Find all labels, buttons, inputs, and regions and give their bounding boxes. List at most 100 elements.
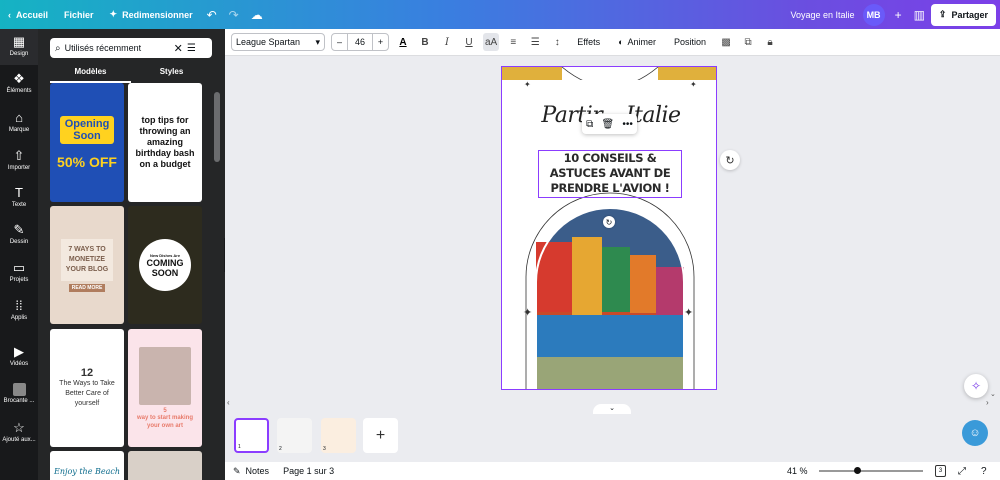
- canvas-scroll-right-icon[interactable]: ›: [986, 398, 989, 407]
- list-icon[interactable]: ☰: [527, 33, 543, 51]
- rail-label: Marque: [8, 127, 30, 133]
- position-button[interactable]: Position: [668, 33, 712, 51]
- share-label: Partager: [951, 9, 988, 20]
- rotate-handle-icon[interactable]: ↻: [603, 216, 615, 228]
- rail-label: Importer: [7, 165, 31, 171]
- rail-label: Dessin: [9, 239, 29, 245]
- home-button[interactable]: ‹ Accueil: [0, 0, 56, 29]
- increase-size-button[interactable]: +: [372, 34, 388, 50]
- file-menu-button[interactable]: Fichier: [56, 0, 102, 29]
- tab-styles[interactable]: Styles: [131, 67, 212, 83]
- project-title[interactable]: Voyage en Italie: [783, 0, 863, 29]
- template-card[interactable]: top tips for throwing an amazing birthda…: [128, 83, 202, 202]
- refresh-icon[interactable]: ↻: [720, 150, 740, 170]
- side-rail: ▦ Design ❖ Éléments ⌂ Marque ⇧ Importer …: [0, 29, 38, 480]
- template-card[interactable]: [128, 451, 202, 480]
- panel-scrollbar[interactable]: [214, 92, 220, 162]
- duplicate-icon[interactable]: ⧉: [586, 119, 593, 130]
- canvas-scroll-left-icon[interactable]: ‹: [227, 398, 230, 407]
- case-icon[interactable]: aA: [483, 33, 500, 51]
- canvas-scroll-down-icon[interactable]: ⌄: [990, 390, 996, 398]
- rail-item-elements[interactable]: ❖ Éléments: [0, 71, 38, 95]
- zoom-slider-handle[interactable]: [854, 467, 862, 474]
- fullscreen-icon[interactable]: ⤢: [958, 466, 966, 477]
- notes-button[interactable]: ✎ Notes: [233, 466, 269, 477]
- rail-item-draw[interactable]: ✎ Dessin: [0, 223, 38, 246]
- zoom-slider[interactable]: [819, 470, 923, 472]
- more-icon[interactable]: •••: [622, 119, 633, 130]
- template-card[interactable]: 7 WAYS TO MONETIZE YOUR BLOG READ MORE: [50, 206, 124, 324]
- add-collaborator-icon[interactable]: +: [889, 0, 908, 29]
- bold-icon[interactable]: B: [417, 33, 433, 51]
- effects-button[interactable]: Effets: [571, 33, 606, 51]
- page-thumb[interactable]: 1: [234, 418, 269, 453]
- rail-item-favorites[interactable]: ☆ Ajouté aux...: [0, 421, 38, 444]
- template-title: 7 WAYS TO MONETIZE YOUR BLOG: [61, 238, 113, 281]
- magic-assistant-icon[interactable]: ✧: [964, 374, 988, 398]
- lock-icon[interactable]: 🔒︎: [762, 33, 778, 51]
- animate-button[interactable]: ◐ Animer: [612, 33, 662, 51]
- rail-item-videos[interactable]: ▶ Vidéos: [0, 345, 38, 368]
- underline-icon[interactable]: U: [461, 33, 477, 51]
- template-photo: [139, 346, 191, 405]
- text-icon: T: [15, 185, 23, 200]
- rail-item-brand[interactable]: ⌂ Marque: [0, 111, 38, 134]
- rail-item-text[interactable]: T Texte: [0, 185, 38, 209]
- resize-button[interactable]: ✦ Redimensionner: [102, 0, 201, 29]
- rail-item-design[interactable]: ▦ Design: [0, 29, 38, 65]
- assistant-icon[interactable]: ☺: [962, 420, 988, 446]
- upload-icon: ⇧: [13, 148, 25, 163]
- elements-icon: ❖: [13, 71, 25, 86]
- sparkle-icon: ✦: [109, 9, 118, 19]
- headline-textbox[interactable]: 10 CONSEILS & ASTUCES AVANT DE PRENDRE L…: [538, 150, 682, 198]
- rail-item-brocante[interactable]: Brocante ...: [0, 383, 38, 404]
- rail-label: Brocante ...: [3, 398, 35, 404]
- rail-label: Ajouté aux...: [2, 437, 36, 443]
- search-input[interactable]: [64, 43, 170, 53]
- template-card[interactable]: Opening Soon 50% OFF: [50, 83, 124, 202]
- redo-icon[interactable]: ↷: [223, 0, 245, 29]
- rail-item-upload[interactable]: ⇧ Importer: [0, 148, 38, 172]
- rail-item-apps[interactable]: ⁞⁞ Applis: [0, 299, 38, 322]
- font-size-input[interactable]: 46: [348, 34, 372, 50]
- italic-icon[interactable]: I: [439, 33, 455, 51]
- transparency-icon[interactable]: ▩: [718, 33, 734, 51]
- undo-icon[interactable]: ↶: [201, 0, 223, 29]
- add-page-button[interactable]: +: [363, 418, 398, 453]
- template-sub: 12: [80, 367, 94, 379]
- insights-icon[interactable]: ▥: [908, 0, 931, 29]
- svg-text:✦: ✦: [684, 307, 693, 319]
- copy-style-icon[interactable]: ⧉: [740, 33, 756, 51]
- page-thumb[interactable]: 2: [277, 418, 312, 453]
- template-card[interactable]: New Dishes Are COMING SOON: [128, 206, 202, 324]
- folder-icon: ▭: [12, 260, 26, 275]
- template-card[interactable]: 12 The Ways to Take Better Care of yours…: [50, 329, 124, 447]
- filter-icon[interactable]: ☰: [187, 43, 196, 54]
- page-count-button[interactable]: 3: [935, 465, 946, 477]
- tab-templates[interactable]: Modèles: [50, 67, 131, 83]
- rail-label: Éléments: [6, 88, 32, 94]
- template-title: top tips for throwing an amazing birthda…: [135, 115, 195, 169]
- zoom-level[interactable]: 41 %: [787, 466, 808, 476]
- template-card[interactable]: Enjoy the Beach: [50, 451, 124, 480]
- share-button[interactable]: ⇪ Partager: [930, 3, 996, 26]
- help-icon[interactable]: ?: [981, 466, 987, 477]
- template-card[interactable]: 5 way to start making your own art: [128, 329, 202, 447]
- avatar[interactable]: MB: [862, 3, 885, 26]
- cloud-save-icon[interactable]: ☁: [245, 0, 269, 29]
- rail-item-projects[interactable]: ▭ Projets: [0, 260, 38, 284]
- spacing-icon[interactable]: ↕: [549, 33, 565, 51]
- text-color-icon[interactable]: A: [395, 33, 411, 51]
- rail-label: Projets: [9, 277, 29, 283]
- page-count: 3: [938, 468, 943, 474]
- clear-icon[interactable]: ✕: [174, 42, 183, 55]
- template-title: COMING SOON: [146, 257, 184, 278]
- delete-icon[interactable]: 🗑︎: [601, 119, 614, 130]
- align-center-icon[interactable]: ≡: [505, 33, 521, 51]
- font-select[interactable]: League Spartan ▾: [231, 33, 325, 51]
- show-pages-icon[interactable]: ⌄: [593, 404, 631, 414]
- home-label: Accueil: [16, 9, 49, 20]
- template-sub: READ MORE: [68, 283, 106, 292]
- page-thumb[interactable]: 3: [321, 418, 356, 453]
- decrease-size-button[interactable]: –: [332, 34, 348, 50]
